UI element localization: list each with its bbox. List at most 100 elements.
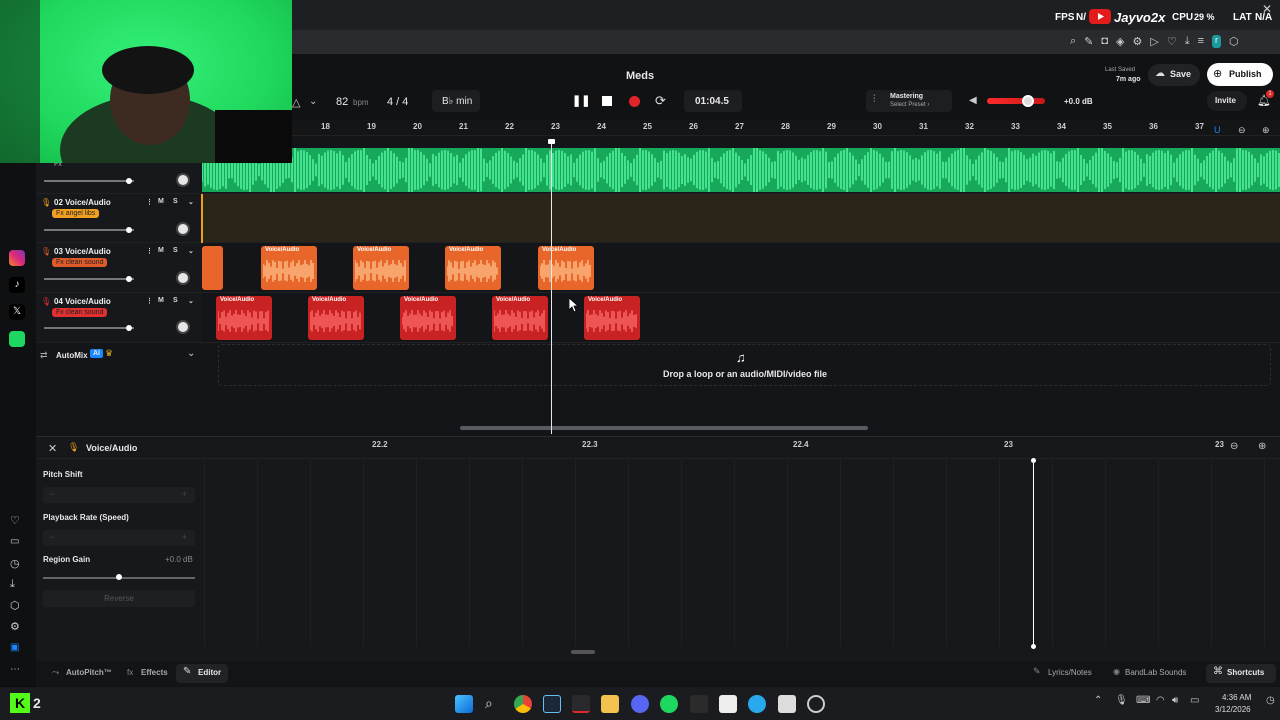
solo-button[interactable]: S	[173, 247, 178, 254]
shield-icon[interactable]: ◈	[1116, 35, 1124, 48]
settings-icon[interactable]: ⚙	[1133, 35, 1143, 48]
instagram-icon[interactable]	[9, 250, 25, 266]
track-name[interactable]: 04 Voice/Audio	[54, 297, 111, 306]
mute-button[interactable]: M	[158, 198, 164, 205]
extensions-icon[interactable]: ⬡	[1229, 35, 1239, 48]
track-volume-handle[interactable]	[126, 276, 132, 282]
track-header[interactable]: 🎙︎ 04 Voice/Audio Fx clean sound ⋮ M S ⌄	[36, 293, 202, 342]
track-volume-handle[interactable]	[126, 178, 132, 184]
audio-clip[interactable]: Voice/Audio	[584, 296, 640, 340]
loop-icon[interactable]: ⟳	[655, 93, 666, 109]
bandlab-sounds-button[interactable]: BandLab Sounds	[1125, 668, 1186, 677]
pan-knob[interactable]	[176, 271, 190, 285]
chevron-down-icon[interactable]: ⌄	[188, 297, 194, 305]
more-icon[interactable]: ⋮	[146, 198, 153, 206]
edit-icon[interactable]: ✎	[1084, 35, 1093, 48]
track-volume-handle[interactable]	[126, 325, 132, 331]
chrome-icon[interactable]	[514, 695, 532, 713]
history-icon[interactable]: ◷	[10, 557, 20, 570]
track-volume-slider[interactable]	[44, 180, 134, 182]
track-volume-slider[interactable]	[44, 229, 134, 231]
obs-icon[interactable]	[807, 695, 825, 713]
wifi-icon[interactable]: ◠	[1156, 695, 1165, 706]
editor-playhead[interactable]	[1033, 459, 1034, 649]
bandlab-app-icon[interactable]	[572, 695, 590, 713]
close-icon[interactable]: ✕	[48, 442, 57, 455]
pitch-shift-stepper[interactable]	[43, 487, 195, 503]
more-icon[interactable]: ⋯	[10, 664, 20, 675]
zoom-icon[interactable]: ⌕	[1070, 35, 1076, 48]
track-volume-handle[interactable]	[126, 227, 132, 233]
audio-clip[interactable]	[202, 246, 223, 290]
timeline-ruler[interactable]: 18 19 20 21 22 23 24 25 26 27 28 29 30 31 32 33 34 35 36 37	[200, 120, 1280, 136]
steam-icon[interactable]	[543, 695, 561, 713]
epic-games-icon[interactable]	[690, 695, 708, 713]
telegram-icon[interactable]	[748, 695, 766, 713]
audio-clip[interactable]: Voice/Audio	[400, 296, 456, 340]
pan-knob[interactable]	[176, 173, 190, 187]
cube-icon[interactable]: ⬡	[10, 599, 20, 612]
fx-badge[interactable]: Fx clean sound	[52, 308, 108, 317]
pitch-shift-plus[interactable]: +	[182, 489, 187, 499]
clock-time[interactable]: 4:36 AM	[1222, 693, 1251, 702]
spotify-icon[interactable]	[660, 695, 678, 713]
fx-badge[interactable]: Fx clean sound	[52, 258, 108, 267]
fx-badge[interactable]: Fx angel libs	[52, 209, 100, 218]
solo-button[interactable]: S	[173, 198, 178, 205]
chat-icon[interactable]: ▭	[10, 536, 19, 547]
heart-icon[interactable]: ♡	[10, 514, 20, 527]
download-icon[interactable]: ⤓	[1185, 35, 1190, 48]
close-window-icon[interactable]: ✕	[1262, 2, 1272, 16]
stop-button[interactable]	[602, 96, 612, 106]
discord-icon[interactable]	[631, 695, 649, 713]
master-volume-slider[interactable]	[987, 98, 1045, 104]
keyboard-icon[interactable]: ⌨	[1136, 695, 1150, 706]
pitch-shift-minus[interactable]: −	[49, 489, 54, 499]
key-selector[interactable]: B♭ min	[442, 96, 472, 107]
tiktok-icon[interactable]: ♪	[9, 277, 25, 293]
windows-start-icon[interactable]	[455, 695, 473, 713]
green-audio-clip[interactable]	[201, 144, 1280, 196]
bpm-value[interactable]: 82	[336, 96, 348, 108]
record-button[interactable]	[629, 96, 640, 107]
heart-icon[interactable]: ♡	[1167, 35, 1177, 48]
audio-clip[interactable]: Voice/Audio	[538, 246, 594, 290]
audio-clip[interactable]: Voice/Audio	[445, 246, 501, 290]
zoom-out-icon[interactable]: ⊖	[1238, 125, 1246, 136]
track-volume-slider[interactable]	[44, 278, 134, 280]
microphone-tray-icon[interactable]: 🎙︎	[1115, 695, 1128, 706]
master-volume-handle[interactable]	[1021, 95, 1034, 107]
mute-button[interactable]: M	[158, 297, 164, 304]
track-volume-slider[interactable]	[44, 327, 134, 329]
camera-icon[interactable]: ◘	[1101, 35, 1108, 48]
resize-handle[interactable]	[571, 650, 595, 654]
pan-knob[interactable]	[176, 222, 190, 236]
audio-clip[interactable]: Voice/Audio	[216, 296, 272, 340]
effects-tab[interactable]: Effects	[141, 668, 168, 677]
zoom-in-icon[interactable]: ⊕	[1262, 125, 1270, 136]
app-icon[interactable]	[778, 695, 796, 713]
download-icon[interactable]: ⤓	[10, 578, 15, 591]
more-icon[interactable]: ⋮	[146, 297, 153, 305]
more-icon[interactable]: ⋮	[146, 247, 153, 255]
solo-button[interactable]: S	[173, 297, 178, 304]
x-icon[interactable]: 𝕏	[9, 304, 25, 320]
region-gain-handle[interactable]	[116, 574, 122, 580]
file-icon[interactable]	[719, 695, 737, 713]
play-icon[interactable]: ▷	[1150, 35, 1158, 48]
audio-clip[interactable]: Voice/Audio	[492, 296, 548, 340]
editor-playhead-handle[interactable]	[1031, 644, 1036, 649]
mute-button[interactable]: M	[158, 247, 164, 254]
automix-label[interactable]: AutoMix	[56, 351, 88, 360]
chevron-down-icon[interactable]: ⌄	[309, 96, 317, 107]
autopitch-tab[interactable]: AutoPitch™	[66, 668, 112, 677]
pan-knob[interactable]	[176, 320, 190, 334]
kick-icon[interactable]: K	[10, 693, 30, 713]
volume-icon[interactable]: 🔊︎	[1172, 695, 1178, 706]
time-signature[interactable]: 4 / 4	[387, 96, 408, 108]
editor-grid[interactable]	[204, 459, 1280, 647]
zoom-out-icon[interactable]: ⊖	[1230, 441, 1238, 452]
chevron-down-icon[interactable]: ⌄	[188, 198, 194, 206]
folder-icon[interactable]	[601, 695, 619, 713]
chevron-down-icon[interactable]: ⌄	[188, 247, 194, 255]
